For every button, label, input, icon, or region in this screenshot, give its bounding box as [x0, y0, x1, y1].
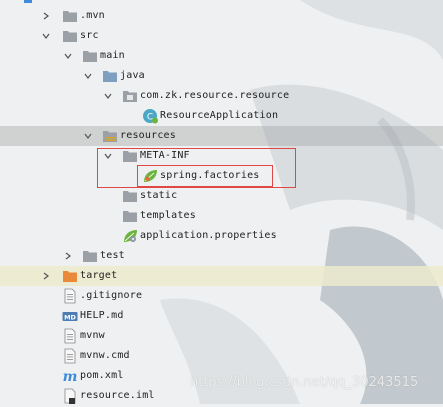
tree-row-test[interactable]: test	[0, 246, 443, 266]
tree-row-resources[interactable]: resources	[0, 126, 443, 146]
tree-label: application.properties	[140, 230, 277, 241]
tree-row-main[interactable]: main	[0, 46, 443, 66]
tree-label: java	[120, 70, 145, 81]
tree-label: templates	[140, 210, 196, 221]
tree-row-src[interactable]: src	[0, 26, 443, 46]
tree-row-mvnw[interactable]: mvnw	[0, 326, 443, 346]
tree-row-java[interactable]: java	[0, 66, 443, 86]
folder-icon	[122, 188, 138, 204]
excluded-folder-icon	[62, 268, 78, 284]
tree-label: target	[80, 270, 118, 281]
spring-leaf-icon	[142, 168, 158, 184]
folder-icon	[62, 28, 78, 44]
scroll-indicator	[24, 0, 32, 3]
tree-row-resource-application[interactable]: C ResourceApplication	[0, 106, 443, 126]
chevron-right-icon[interactable]	[62, 250, 74, 262]
watermark: https://blog.csdn.net/qq_30243515	[190, 375, 419, 390]
chevron-down-icon[interactable]	[62, 50, 74, 62]
spring-properties-icon	[122, 228, 138, 244]
chevron-right-icon[interactable]	[40, 270, 52, 282]
text-file-icon	[62, 348, 78, 364]
tree-label: .gitignore	[80, 290, 143, 301]
tree-label: pom.xml	[80, 370, 124, 381]
folder-icon	[122, 208, 138, 224]
folder-icon	[82, 48, 98, 64]
tree-row-spring-factories[interactable]: spring.factories	[0, 166, 443, 186]
tree-label: resources	[120, 130, 176, 141]
tree-row-target[interactable]: target	[0, 266, 443, 286]
tree-label: com.zk.resource.resource	[140, 90, 290, 101]
text-file-icon	[62, 288, 78, 304]
spring-class-icon: C	[142, 108, 158, 124]
module-file-icon	[62, 388, 78, 404]
tree-label: main	[100, 50, 125, 61]
folder-icon	[82, 248, 98, 264]
folder-icon	[122, 148, 138, 164]
source-folder-icon	[102, 68, 118, 84]
tree-row-package[interactable]: com.zk.resource.resource	[0, 86, 443, 106]
tree-label: static	[140, 190, 178, 201]
tree-row-help-md[interactable]: MD HELP.md	[0, 306, 443, 326]
text-file-icon	[62, 328, 78, 344]
tree-label: mvnw	[80, 330, 105, 341]
tree-label: META-INF	[140, 150, 190, 161]
maven-m-text: m	[63, 369, 78, 384]
tree-label: .mvn	[80, 10, 105, 21]
markdown-badge-text: MD	[64, 314, 76, 322]
markdown-icon: MD	[62, 308, 78, 324]
tree-label: mvnw.cmd	[80, 350, 130, 361]
tree-label: spring.factories	[160, 170, 260, 181]
tree-label: test	[100, 250, 125, 261]
tree-row-gitignore[interactable]: .gitignore	[0, 286, 443, 306]
folder-icon	[62, 8, 78, 24]
tree-row-mvnw-cmd[interactable]: mvnw.cmd	[0, 346, 443, 366]
chevron-down-icon[interactable]	[102, 90, 114, 102]
resource-folder-icon	[102, 128, 118, 144]
tree-label: resource.iml	[80, 390, 155, 401]
chevron-right-icon[interactable]	[40, 10, 52, 22]
chevron-down-icon[interactable]	[40, 30, 52, 42]
tree-label: ResourceApplication	[160, 110, 279, 121]
tree-row-meta-inf[interactable]: META-INF	[0, 146, 443, 166]
chevron-down-icon[interactable]	[82, 130, 94, 142]
tree-label: src	[80, 30, 99, 41]
chevron-down-icon[interactable]	[82, 70, 94, 82]
tree-row-static[interactable]: static	[0, 186, 443, 206]
tree-row-mvn[interactable]: .mvn	[0, 6, 443, 26]
tree-row-templates[interactable]: templates	[0, 206, 443, 226]
maven-icon: m	[62, 368, 78, 385]
package-icon	[122, 88, 138, 104]
chevron-down-icon[interactable]	[102, 150, 114, 162]
tree-row-application-properties[interactable]: application.properties	[0, 226, 443, 246]
tree-label: HELP.md	[80, 310, 124, 321]
